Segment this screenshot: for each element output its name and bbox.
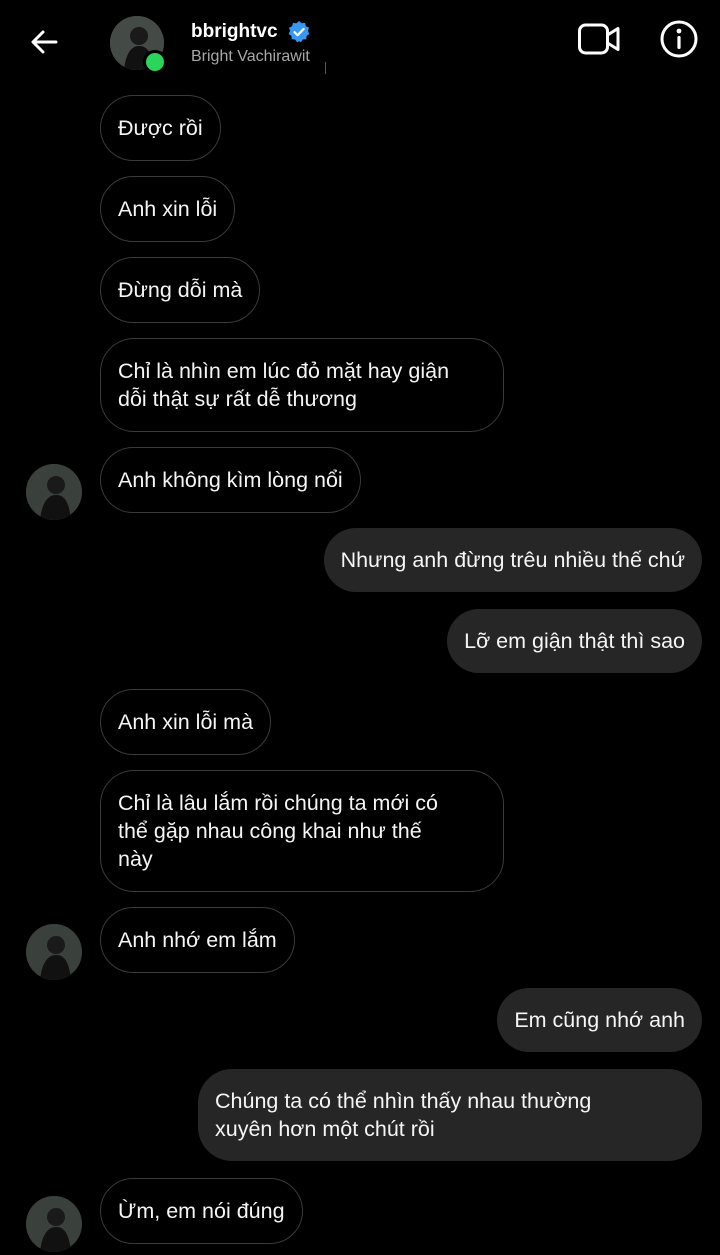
- message-bubble-outgoing[interactable]: Nhưng anh đừng trêu nhiều thế chứ: [323, 528, 702, 592]
- arrow-left-icon: [28, 26, 60, 63]
- message-bubble-incoming[interactable]: Chỉ là nhìn em lúc đỏ mặt hay giận dỗi t…: [100, 338, 504, 432]
- message-bubble-incoming[interactable]: Anh nhớ em lắm: [100, 907, 295, 973]
- message-bubble-incoming[interactable]: Ừm, em nói đúng: [100, 1178, 303, 1244]
- info-button[interactable]: [656, 18, 702, 64]
- message-bubble-outgoing[interactable]: Em cũng nhớ anh: [497, 988, 702, 1052]
- username: bbrightvc: [191, 21, 278, 42]
- message-bubble-incoming[interactable]: Anh không kìm lòng nổi: [100, 447, 361, 513]
- message-bubble-incoming[interactable]: Đừng dỗi mà: [100, 257, 261, 323]
- message-bubble-incoming[interactable]: Được rồi: [100, 95, 221, 161]
- online-status-indicator: [143, 50, 167, 74]
- text-caret: [325, 62, 326, 74]
- video-call-button[interactable]: [574, 20, 624, 62]
- chat-header: bbrightvc Bright Vachirawit: [0, 0, 720, 86]
- username-row[interactable]: bbrightvc: [191, 19, 311, 45]
- message-bubble-outgoing[interactable]: Chúng ta có thể nhìn thấy nhau thường xu…: [198, 1069, 702, 1161]
- avatar[interactable]: [26, 464, 82, 520]
- info-circle-icon: [659, 19, 699, 64]
- message-bubble-incoming[interactable]: Anh xin lỗi mà: [100, 689, 272, 755]
- avatar[interactable]: [26, 1196, 82, 1252]
- message-bubble-outgoing[interactable]: Lỡ em giận thật thì sao: [447, 609, 702, 673]
- back-button[interactable]: [22, 22, 66, 66]
- video-camera-icon: [577, 21, 621, 62]
- full-name: Bright Vachirawit: [191, 48, 310, 65]
- message-bubble-incoming[interactable]: Anh xin lỗi: [100, 176, 236, 242]
- verified-badge-icon: [287, 20, 311, 44]
- message-bubble-incoming[interactable]: Chỉ là lâu lắm rồi chúng ta mới có thể g…: [100, 770, 504, 892]
- avatar[interactable]: [26, 924, 82, 980]
